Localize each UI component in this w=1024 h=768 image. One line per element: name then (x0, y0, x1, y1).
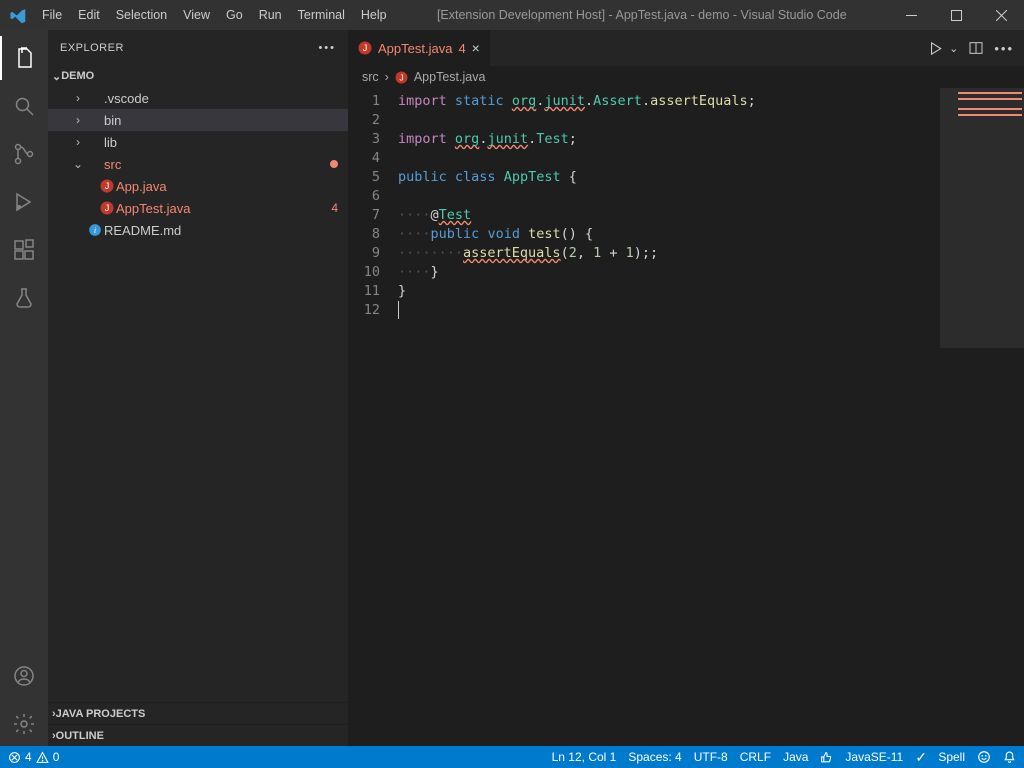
activity-explorer-icon[interactable] (0, 36, 48, 80)
status-bell-icon[interactable] (1003, 751, 1016, 764)
window-title: [Extension Development Host] - AppTest.j… (395, 8, 889, 22)
svg-text:J: J (363, 43, 368, 53)
explorer-title: EXPLORER (60, 42, 124, 54)
line-numbers: 123456789101112 (348, 88, 398, 746)
java-file-icon: J (98, 179, 116, 193)
status-indent[interactable]: Spaces: 4 (628, 750, 681, 764)
tree-item-apptest-java[interactable]: JAppTest.java4 (48, 197, 348, 219)
sidebar-panel-java-projects[interactable]: ›JAVA PROJECTS (48, 702, 348, 724)
menu-go[interactable]: Go (218, 0, 251, 30)
tree-item--vscode[interactable]: ›.vscode (48, 87, 348, 109)
window-close-button[interactable] (979, 0, 1024, 30)
status-problems[interactable]: 4 0 (8, 750, 59, 764)
window-minimize-button[interactable] (889, 0, 934, 30)
menu-terminal[interactable]: Terminal (290, 0, 353, 30)
explorer-root[interactable]: ⌄DEMO (48, 65, 348, 87)
text-cursor (398, 301, 399, 319)
error-dot-icon (330, 160, 338, 168)
activity-settings-icon[interactable] (0, 702, 48, 746)
status-thumbs-icon[interactable] (820, 751, 833, 764)
menu-help[interactable]: Help (353, 0, 395, 30)
menu-view[interactable]: View (175, 0, 218, 30)
status-language[interactable]: Java (783, 750, 808, 764)
sidebar-panel-outline[interactable]: ›OUTLINE (48, 724, 348, 746)
activity-testing-icon[interactable] (0, 276, 48, 320)
svg-text:J: J (105, 181, 110, 191)
minimap[interactable] (940, 88, 1024, 746)
activity-scm-icon[interactable] (0, 132, 48, 176)
menu-run[interactable]: Run (251, 0, 290, 30)
menu-edit[interactable]: Edit (70, 0, 108, 30)
tree-item-readme-md[interactable]: iREADME.md (48, 219, 348, 241)
status-spell[interactable]: ✓ Spell (915, 749, 965, 766)
tab-error-count: 4 (458, 41, 465, 56)
editor-tab-apptest[interactable]: J AppTest.java 4 × (348, 30, 491, 66)
status-eol[interactable]: CRLF (740, 750, 771, 764)
run-button-icon[interactable] (928, 40, 945, 57)
status-java-runtime[interactable]: JavaSE-11 (845, 750, 903, 764)
svg-text:J: J (105, 203, 110, 213)
error-badge: 4 (331, 201, 338, 215)
tree-item-bin[interactable]: ›bin (48, 109, 348, 131)
chevron-right-icon: › (385, 70, 389, 84)
menu-file[interactable]: File (34, 0, 70, 30)
code-editor[interactable]: import static org.junit.Assert.assertEqu… (398, 88, 940, 746)
status-feedback-icon[interactable] (977, 750, 991, 764)
menu-selection[interactable]: Selection (108, 0, 175, 30)
tree-item-app-java[interactable]: JApp.java (48, 175, 348, 197)
tab-close-icon[interactable]: × (472, 40, 480, 56)
status-cursor-pos[interactable]: Ln 12, Col 1 (552, 750, 617, 764)
activity-extensions-icon[interactable] (0, 228, 48, 272)
tree-item-src[interactable]: ⌄src (48, 153, 348, 175)
tree-item-lib[interactable]: ›lib (48, 131, 348, 153)
activity-run-icon[interactable] (0, 180, 48, 224)
svg-text:J: J (399, 72, 403, 82)
java-file-icon: J (358, 41, 372, 55)
java-file-icon: J (395, 71, 408, 84)
status-encoding[interactable]: UTF-8 (694, 750, 728, 764)
run-dropdown-icon[interactable]: ⌄ (949, 42, 958, 55)
editor-more-icon[interactable]: ••• (994, 41, 1014, 56)
activity-account-icon[interactable] (0, 654, 48, 698)
window-maximize-button[interactable] (934, 0, 979, 30)
activity-search-icon[interactable] (0, 84, 48, 128)
breadcrumb[interactable]: src › J AppTest.java (348, 66, 1024, 88)
info-file-icon: i (86, 223, 104, 237)
vscode-logo-icon (0, 7, 34, 24)
java-file-icon: J (98, 201, 116, 215)
explorer-more-icon[interactable]: ••• (318, 42, 336, 54)
split-editor-icon[interactable] (968, 40, 984, 56)
tab-label: AppTest.java (378, 41, 452, 56)
